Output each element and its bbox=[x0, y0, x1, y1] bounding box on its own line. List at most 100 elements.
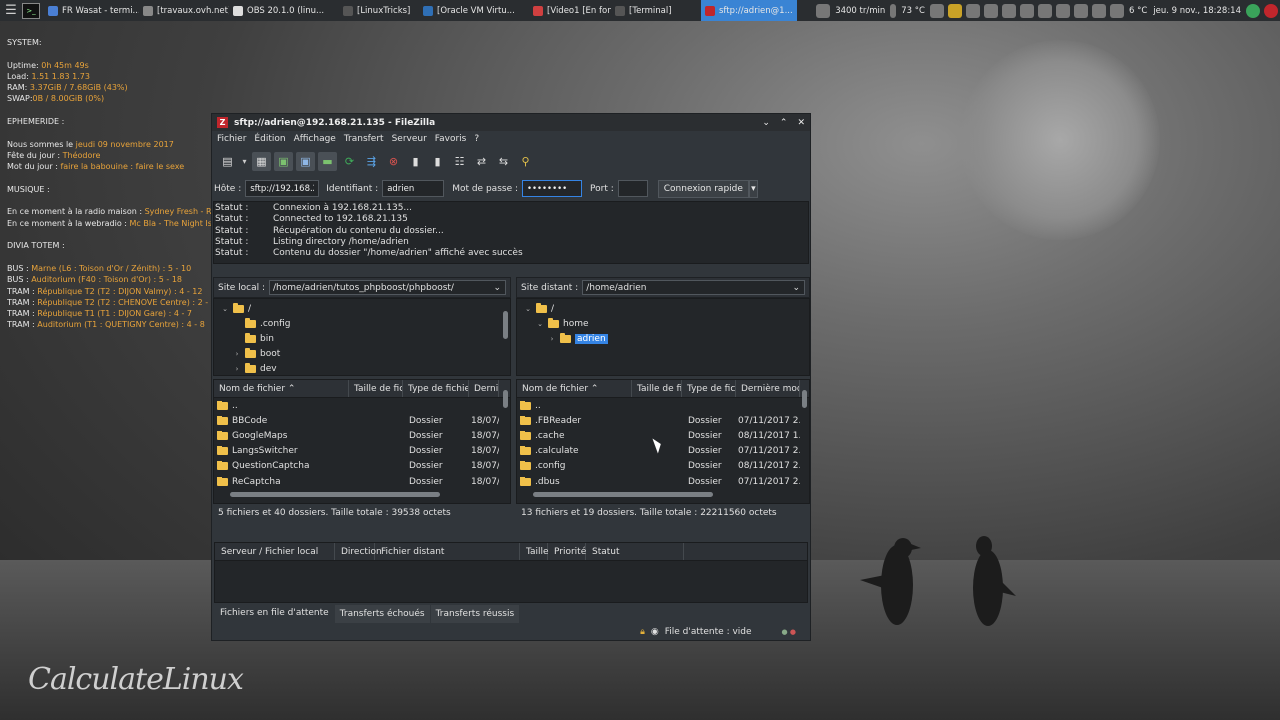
microphone-icon[interactable] bbox=[1019, 3, 1034, 18]
cpu-monitor-icon[interactable] bbox=[816, 3, 831, 18]
tree-node[interactable]: › boot bbox=[214, 347, 510, 362]
menu-item[interactable]: Transfert bbox=[344, 134, 384, 144]
queue-column-header[interactable]: Direction bbox=[335, 543, 382, 560]
user-input[interactable] bbox=[382, 180, 445, 197]
column-header[interactable]: Taille de fich bbox=[632, 380, 682, 397]
obs-icon[interactable] bbox=[983, 3, 998, 18]
queue-column-header[interactable]: Serveur / Fichier local bbox=[215, 543, 335, 560]
tree-node[interactable]: › adrien bbox=[517, 331, 809, 346]
remote-hscrollbar[interactable] bbox=[527, 492, 797, 497]
speed-limit-icon[interactable]: ◉ bbox=[651, 627, 659, 637]
bluetooth-icon[interactable] bbox=[929, 3, 944, 18]
sync-browse-icon[interactable]: ⇄ bbox=[472, 152, 491, 171]
collapse-arrow-icon[interactable]: › bbox=[232, 365, 242, 373]
minimize-icon[interactable]: ⌄ bbox=[762, 118, 770, 128]
tree-node[interactable]: ⌄ home bbox=[517, 316, 809, 331]
host-input[interactable] bbox=[245, 180, 320, 197]
toggle-queue-icon[interactable]: ▬ bbox=[318, 151, 337, 171]
cancel-icon[interactable]: ⊗ bbox=[384, 152, 403, 171]
local-tree-scrollbar[interactable] bbox=[503, 301, 508, 363]
clock[interactable]: jeu. 9 nov., 18:28:14 bbox=[1150, 6, 1244, 16]
queue-column-header[interactable]: Statut bbox=[586, 543, 684, 560]
column-header[interactable]: Dernière modi bbox=[736, 380, 800, 397]
taskbar-task[interactable]: [Video1 [En fonc... bbox=[529, 0, 611, 21]
column-header[interactable]: Nom de fichier ⌃ bbox=[214, 380, 349, 397]
tree-node[interactable]: .config bbox=[214, 316, 510, 331]
expand-arrow-icon[interactable]: ⌄ bbox=[523, 305, 533, 313]
local-hscrollbar[interactable] bbox=[224, 492, 494, 497]
local-path-select[interactable]: /home/adrien/tutos_phpboost/phpboost/ ⌄ bbox=[269, 280, 506, 295]
window-titlebar[interactable]: Z sftp://adrien@192.168.21.135 - FileZil… bbox=[212, 114, 810, 131]
menu-item[interactable]: ? bbox=[474, 134, 479, 144]
keyboard-icon[interactable] bbox=[1055, 3, 1070, 18]
tree-node[interactable]: › dev bbox=[214, 362, 510, 377]
remote-list-scrollbar[interactable] bbox=[802, 388, 807, 488]
toggle-remote-tree-icon[interactable]: ▣ bbox=[296, 151, 315, 171]
taskbar-task[interactable]: [Oracle VM Virtu... bbox=[419, 0, 529, 21]
display-icon[interactable] bbox=[947, 3, 962, 18]
menu-item[interactable]: Fichier bbox=[217, 134, 246, 144]
expand-arrow-icon[interactable]: ⌄ bbox=[535, 320, 545, 328]
file-row[interactable]: .. bbox=[214, 398, 510, 413]
directory-filter-icon[interactable]: ☷ bbox=[450, 152, 469, 171]
search-icon[interactable]: ⚲ bbox=[516, 152, 535, 171]
reconnect-icon[interactable]: ▮ bbox=[428, 152, 447, 171]
quickconnect-dropdown-icon[interactable]: ▾ bbox=[748, 179, 758, 198]
file-row[interactable]: GoogleMaps Dossier 18/07/ bbox=[214, 428, 510, 443]
local-list-scrollbar[interactable] bbox=[503, 388, 508, 488]
disconnect-icon[interactable]: ▮ bbox=[406, 152, 425, 171]
file-row[interactable]: LangsSwitcher Dossier 18/07/ bbox=[214, 444, 510, 459]
power-icon[interactable] bbox=[1264, 3, 1278, 18]
expand-arrow-icon[interactable]: ⌄ bbox=[220, 305, 230, 313]
process-queue-icon[interactable]: ⇶ bbox=[362, 152, 381, 171]
wifi-icon[interactable] bbox=[1091, 3, 1106, 18]
column-header[interactable]: Nom de fichier ⌃ bbox=[517, 380, 632, 397]
column-header[interactable]: Type de fichier bbox=[403, 380, 469, 397]
update-icon[interactable] bbox=[1246, 3, 1260, 18]
maximize-icon[interactable]: ⌃ bbox=[780, 118, 788, 128]
queue-column-header[interactable]: Fichier distant bbox=[375, 543, 520, 560]
file-row[interactable]: .dbus Dossier 07/11/2017 2... bbox=[517, 474, 809, 489]
queue-column-header[interactable]: Taille bbox=[520, 543, 549, 560]
taskbar-task[interactable]: [LinuxTricks] bbox=[339, 0, 419, 21]
refresh-icon[interactable]: ⟳ bbox=[340, 152, 359, 171]
password-input[interactable] bbox=[522, 180, 582, 197]
file-row[interactable]: .. bbox=[517, 398, 809, 413]
tree-node[interactable]: bin bbox=[214, 331, 510, 346]
taskbar-task[interactable]: sftp://adrien@1... bbox=[701, 0, 797, 21]
column-header[interactable]: Taille de fich bbox=[349, 380, 403, 397]
menu-item[interactable]: Affichage bbox=[294, 134, 336, 144]
port-input[interactable] bbox=[617, 180, 648, 197]
taskbar-task[interactable]: OBS 20.1.0 (linu... bbox=[229, 0, 339, 21]
location-icon[interactable] bbox=[1001, 3, 1016, 18]
menu-item[interactable]: Favoris bbox=[435, 134, 467, 144]
app-menu-icon[interactable]: ☰ bbox=[2, 2, 20, 20]
tree-node[interactable]: ⌄ / bbox=[214, 301, 510, 316]
site-manager-icon[interactable]: ▤ bbox=[218, 152, 237, 171]
column-header[interactable]: Derniè bbox=[469, 380, 499, 397]
file-row[interactable]: ReCaptcha Dossier 18/07/ bbox=[214, 474, 510, 489]
file-row[interactable]: .cache Dossier 08/11/2017 1... bbox=[517, 428, 809, 443]
menu-item[interactable]: Serveur bbox=[392, 134, 427, 144]
toggle-local-tree-icon[interactable]: ▣ bbox=[274, 151, 293, 171]
file-row[interactable]: QuestionCaptcha Dossier 18/07/ bbox=[214, 459, 510, 474]
close-icon[interactable]: ✕ bbox=[797, 118, 805, 128]
collapse-arrow-icon[interactable]: › bbox=[547, 335, 557, 343]
file-row[interactable]: .FBReader Dossier 07/11/2017 2... bbox=[517, 413, 809, 428]
screen-icon[interactable] bbox=[1073, 3, 1088, 18]
taskbar-task[interactable]: [Terminal] bbox=[611, 0, 701, 21]
queue-tab[interactable]: Fichiers en file d'attente bbox=[215, 603, 334, 623]
quickconnect-button[interactable]: Connexion rapide bbox=[657, 179, 749, 198]
taskbar-task[interactable]: [travaux.ovh.net] bbox=[139, 0, 229, 21]
column-header[interactable]: Type de fich bbox=[682, 380, 736, 397]
file-row[interactable]: BBCode Dossier 18/07/ bbox=[214, 413, 510, 428]
file-row[interactable]: .config Dossier 08/11/2017 2... bbox=[517, 459, 809, 474]
network-icon[interactable] bbox=[965, 3, 980, 18]
remote-path-select[interactable]: /home/adrien ⌄ bbox=[582, 280, 805, 295]
taskbar-task[interactable]: FR Wasat - termi... bbox=[44, 0, 139, 21]
tree-node[interactable]: ⌄ / bbox=[517, 301, 809, 316]
weather-icon[interactable] bbox=[1109, 3, 1124, 18]
queue-column-header[interactable]: Priorité bbox=[548, 543, 586, 560]
collapse-arrow-icon[interactable]: › bbox=[232, 350, 242, 358]
terminal-launcher-icon[interactable]: >_ bbox=[22, 2, 40, 19]
